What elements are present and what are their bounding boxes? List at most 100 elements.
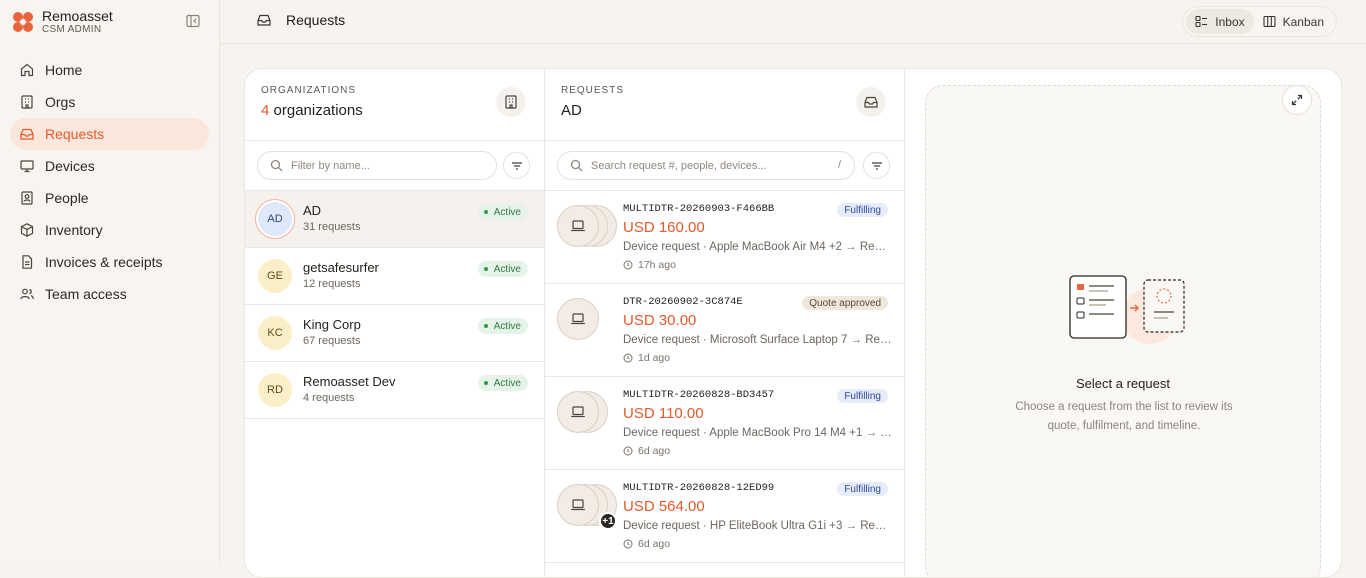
nav-orgs[interactable]: Orgs — [10, 86, 209, 118]
org-name: King Corp — [303, 317, 361, 332]
requests-header: REQUESTS AD — [545, 69, 904, 141]
requests-header-icon — [856, 87, 886, 117]
request-time: 6d ago — [623, 538, 670, 550]
org-avatar: GE — [258, 259, 292, 293]
filter-icon — [871, 161, 882, 170]
clock-icon — [623, 353, 633, 363]
status-badge-label: Active — [493, 377, 521, 389]
request-list-item[interactable]: DTR-20260902-3C874E Quote approved USD 3… — [545, 284, 904, 377]
status-badge: Active — [477, 318, 528, 334]
request-description: Device request · Microsoft Surface Lapto… — [623, 334, 893, 346]
status-dot — [483, 381, 488, 385]
home-icon — [19, 62, 35, 78]
nav-orgs-label: Orgs — [45, 94, 76, 110]
org-request-count: 4 requests — [303, 392, 355, 404]
request-description: Device request · Apple MacBook Pro 14 M4… — [623, 427, 893, 439]
organizations-header: ORGANIZATIONS 4 organizations — [245, 69, 544, 141]
nav-requests[interactable]: Requests — [10, 118, 209, 150]
nav-devices-label: Devices — [45, 158, 95, 174]
request-time-label: 1d ago — [638, 352, 671, 364]
organizations-search-input[interactable] — [291, 159, 491, 172]
request-time: 6d ago — [623, 445, 670, 457]
status-badge: Active — [477, 375, 528, 391]
inbox-icon — [864, 96, 878, 108]
organizations-filter-button[interactable] — [503, 152, 530, 179]
request-amount: USD 110.00 — [623, 405, 704, 422]
inbox-view-label: Inbox — [1215, 14, 1245, 29]
request-list-item[interactable]: +1 MULTIDTR-20260828-12ED99 Fulfilling U… — [545, 470, 904, 563]
nav-home[interactable]: Home — [10, 54, 209, 86]
request-id: MULTIDTR-20260828-12ED99 — [623, 482, 775, 494]
package-icon — [19, 222, 35, 238]
clock-icon — [623, 260, 633, 270]
nav-people-label: People — [45, 190, 89, 206]
request-time-label: 17h ago — [638, 259, 676, 271]
device-avatar — [557, 298, 599, 340]
inbox-icon — [19, 126, 35, 142]
building-icon — [505, 95, 517, 109]
org-list-item[interactable]: GE getsafesurfer 12 requests Active — [245, 248, 544, 305]
requests-eyebrow: REQUESTS — [561, 85, 625, 96]
empty-state-illustration — [1069, 275, 1185, 344]
status-dot — [483, 267, 488, 271]
nav-people[interactable]: People — [10, 182, 209, 214]
organizations-eyebrow: ORGANIZATIONS — [261, 85, 357, 96]
nav-requests-label: Requests — [45, 126, 105, 142]
request-list-item[interactable]: MULTIDTR-20260828-BD3457 Fulfilling USD … — [545, 377, 904, 470]
building-icon — [19, 94, 35, 110]
status-badge-label: Active — [493, 320, 521, 332]
request-list-item[interactable]: MULTIDTR-20260903-F466BB Fulfilling USD … — [545, 191, 904, 284]
page-title-text: Requests — [286, 12, 346, 28]
org-list-item[interactable]: KC King Corp 67 requests Active — [245, 305, 544, 362]
nav-invoices-label: Invoices & receipts — [45, 254, 163, 270]
clock-icon — [623, 446, 633, 456]
requests-column: REQUESTS AD / M — [545, 69, 905, 577]
laptop-icon — [571, 406, 585, 418]
org-list-item[interactable]: AD AD 31 requests Active — [245, 191, 544, 248]
id-card-icon — [19, 190, 35, 206]
device-stack — [557, 205, 617, 247]
laptop-icon — [571, 313, 585, 325]
requests-search-row: / — [545, 141, 904, 191]
expand-button[interactable] — [1282, 85, 1312, 115]
org-avatar: KC — [258, 316, 292, 350]
org-avatar: RD — [258, 373, 292, 407]
logo-icon — [13, 12, 33, 32]
search-shortcut-hint: / — [837, 159, 841, 171]
request-time: 1d ago — [623, 352, 670, 364]
organizations-column: ORGANIZATIONS 4 organizations AD AD 31 r… — [245, 69, 545, 577]
requests-search-input[interactable] — [591, 159, 831, 172]
request-status-badge: Fulfilling — [837, 203, 888, 217]
requests-filter-button[interactable] — [863, 152, 890, 179]
users-icon — [19, 286, 35, 302]
kanban-view-label: Kanban — [1282, 14, 1324, 29]
expand-icon — [1291, 94, 1303, 106]
nav-inventory[interactable]: Inventory — [10, 214, 209, 246]
request-amount: USD 564.00 — [623, 498, 705, 515]
nav-team-access[interactable]: Team access — [10, 278, 209, 310]
request-time-label: 6d ago — [638, 538, 671, 550]
org-list-item[interactable]: RD Remoasset Dev 4 requests Active — [245, 362, 544, 419]
nav-devices[interactable]: Devices — [10, 150, 209, 182]
page-title: Requests — [256, 12, 345, 28]
inbox-view-button[interactable]: Inbox — [1186, 9, 1254, 34]
status-badge: Active — [477, 261, 528, 277]
collapse-sidebar-icon[interactable] — [186, 14, 200, 28]
clock-icon — [623, 539, 633, 549]
status-badge-label: Active — [493, 263, 521, 275]
extra-devices-badge: +1 — [599, 512, 617, 530]
organizations-count-suffix: organizations — [269, 102, 363, 119]
organizations-count: 4 organizations — [261, 102, 528, 119]
empty-state-subtitle: Choose a request from the list to review… — [1015, 401, 1233, 432]
requests-org-name: AD — [561, 102, 582, 119]
brand[interactable]: Remoasset CSM ADMIN — [12, 6, 113, 38]
nav-invoices[interactable]: Invoices & receipts — [10, 246, 209, 278]
search-icon — [570, 159, 583, 172]
org-name: getsafesurfer — [303, 260, 379, 275]
kanban-view-button[interactable]: Kanban — [1254, 9, 1333, 34]
request-amount: USD 160.00 — [623, 219, 705, 236]
request-time-label: 6d ago — [638, 445, 671, 457]
filter-icon — [511, 161, 522, 170]
device-stack: +1 — [557, 484, 617, 530]
status-badge: Active — [477, 204, 528, 220]
